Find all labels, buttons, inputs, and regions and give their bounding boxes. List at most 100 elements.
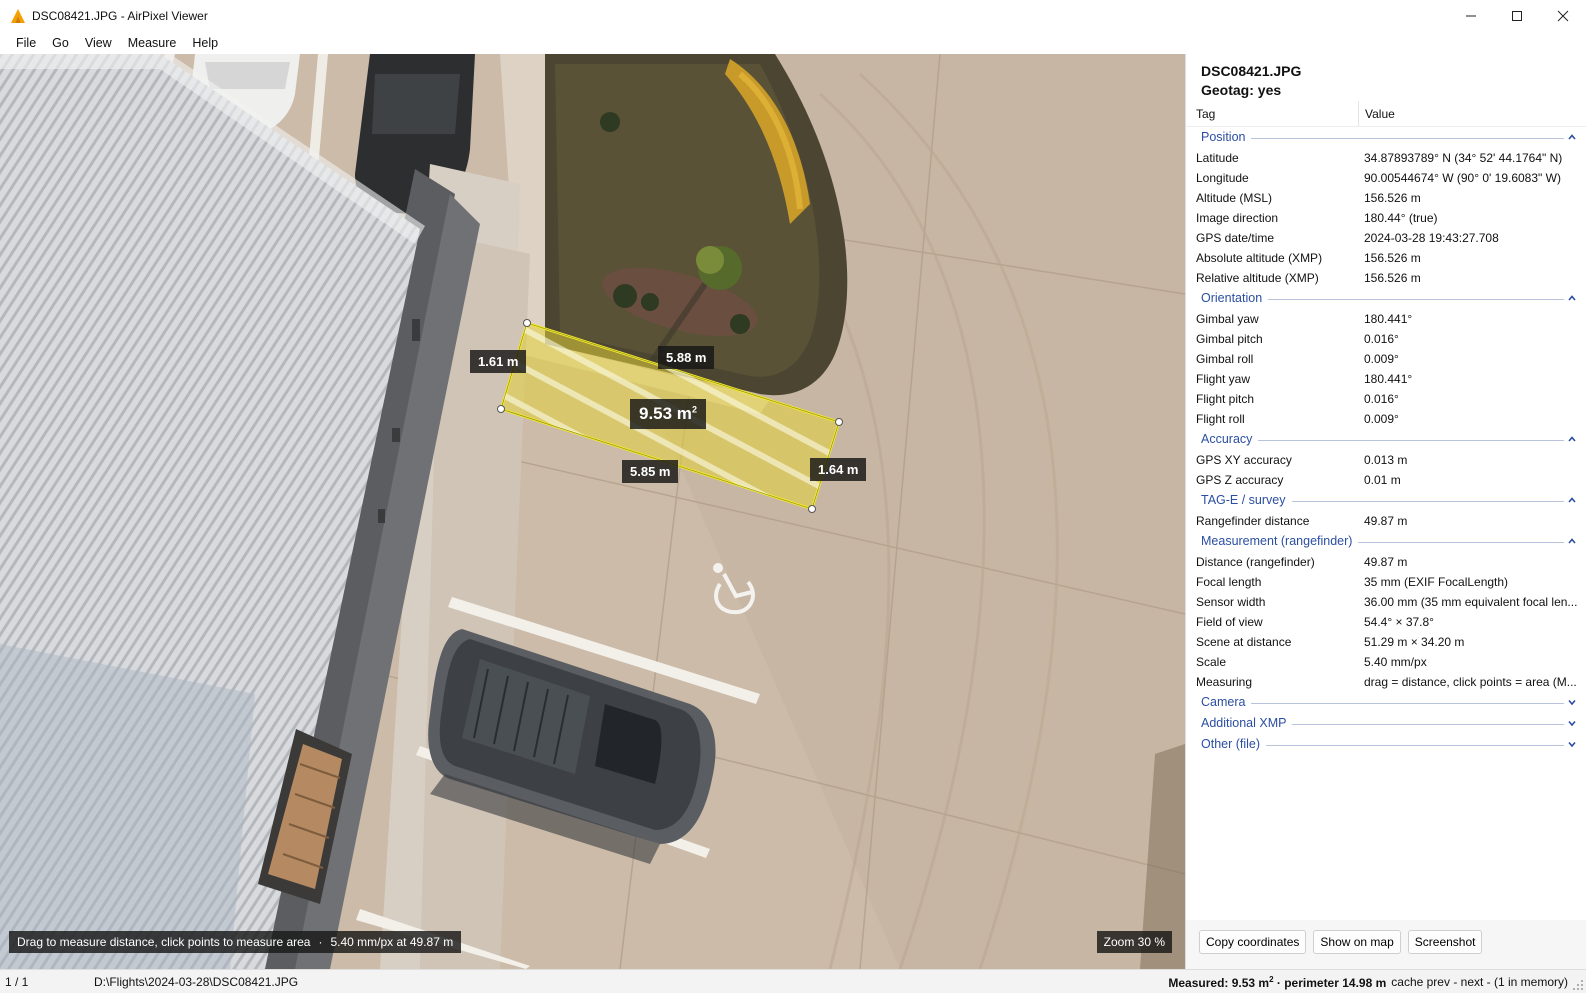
- chevron-up-icon[interactable]: [1566, 292, 1578, 304]
- area-unit-superscript: 2: [691, 404, 697, 415]
- tag-row[interactable]: Gimbal roll 0.009°: [1186, 349, 1586, 369]
- column-header-value[interactable]: Value: [1359, 101, 1395, 126]
- tag-row[interactable]: GPS Z accuracy 0.01 m: [1186, 470, 1586, 490]
- chevron-down-icon[interactable]: [1566, 696, 1578, 708]
- chevron-down-icon[interactable]: [1566, 738, 1578, 750]
- image-viewer[interactable]: 1.61 m 5.88 m 5.85 m 1.64 m 9.53 m2 Drag…: [0, 54, 1185, 969]
- app-window: DSC08421.JPG - AirPixel Viewer File Go V…: [0, 0, 1586, 993]
- group-label: Accuracy: [1201, 432, 1259, 446]
- maximize-button[interactable]: [1494, 0, 1540, 32]
- window-title: DSC08421.JPG - AirPixel Viewer: [32, 9, 208, 23]
- tag-name: Distance (rangefinder): [1196, 555, 1315, 569]
- tag-row[interactable]: Latitude 34.87893789° N (34° 52' 44.1764"…: [1186, 148, 1586, 168]
- tag-value: 51.29 m × 34.20 m: [1364, 635, 1465, 649]
- tag-row[interactable]: Gimbal pitch 0.016°: [1186, 329, 1586, 349]
- zoom-indicator: Zoom 30 %: [1096, 931, 1172, 953]
- panel-geotag-status: Geotag: yes: [1201, 82, 1282, 98]
- tag-name: Relative altitude (XMP): [1196, 271, 1319, 285]
- aerial-photo: [0, 54, 1185, 969]
- tag-name: Image direction: [1196, 211, 1279, 225]
- maximize-icon: [1512, 11, 1522, 21]
- panel-file-name: DSC08421.JPG: [1201, 63, 1302, 79]
- chevron-up-icon[interactable]: [1566, 494, 1578, 506]
- tag-name: Gimbal pitch: [1196, 332, 1263, 346]
- tag-value: 5.40 mm/px: [1364, 655, 1427, 669]
- status-bar: 1 / 1 D:\Flights\2024-03-28\DSC08421.JPG…: [0, 969, 1586, 993]
- tag-row[interactable]: GPS date/time 2024-03-28 19:43:27.708: [1186, 228, 1586, 248]
- app-logo-icon: [11, 9, 25, 23]
- cache-status: cache prev - next - (1 in memory): [1391, 975, 1568, 989]
- tag-row[interactable]: Gimbal yaw 180.441°: [1186, 309, 1586, 329]
- tag-name: Altitude (MSL): [1196, 191, 1273, 205]
- tag-row[interactable]: Flight roll 0.009°: [1186, 409, 1586, 429]
- tag-row[interactable]: Field of view 54.4° × 37.8°: [1186, 612, 1586, 632]
- minimize-icon: [1466, 15, 1476, 17]
- tag-value: 35 mm (EXIF FocalLength): [1364, 575, 1509, 589]
- tag-name: GPS XY accuracy: [1196, 453, 1292, 467]
- group-position[interactable]: Position: [1186, 127, 1586, 148]
- tag-row[interactable]: Rangefinder distance 49.87 m: [1186, 511, 1586, 531]
- tag-row[interactable]: Flight pitch 0.016°: [1186, 389, 1586, 409]
- menu-help[interactable]: Help: [184, 36, 226, 50]
- tag-row[interactable]: Image direction 180.44° (true): [1186, 208, 1586, 228]
- tag-row[interactable]: Scene at distance 51.29 m × 34.20 m: [1186, 632, 1586, 652]
- resize-grip-icon[interactable]: [1572, 979, 1584, 991]
- close-button[interactable]: [1540, 0, 1586, 32]
- tag-name: Gimbal yaw: [1196, 312, 1259, 326]
- tag-value: 49.87 m: [1364, 555, 1408, 569]
- tag-row[interactable]: Measuring drag = distance, click points =…: [1186, 672, 1586, 692]
- edge-length-label: 5.88 m: [658, 346, 715, 369]
- tag-name: Scene at distance: [1196, 635, 1292, 649]
- minimize-button[interactable]: [1448, 0, 1494, 32]
- tag-value: 180.441°: [1364, 312, 1413, 326]
- tag-row[interactable]: Relative altitude (XMP) 156.526 m: [1186, 268, 1586, 288]
- chevron-down-icon[interactable]: [1566, 717, 1578, 729]
- chevron-up-icon[interactable]: [1566, 131, 1578, 143]
- tag-value: 0.01 m: [1364, 473, 1401, 487]
- group-orientation[interactable]: Orientation: [1186, 288, 1586, 309]
- tag-value: 0.016°: [1364, 332, 1399, 346]
- copy-coordinates-button[interactable]: Copy coordinates: [1199, 930, 1307, 954]
- menu-bar: File Go View Measure Help: [0, 32, 1586, 54]
- group-additional-xmp[interactable]: Additional XMP: [1186, 713, 1586, 734]
- tag-row[interactable]: Longitude 90.00544674° W (90° 0' 19.6083"…: [1186, 168, 1586, 188]
- hint-scale: 5.40 mm/px at 49.87 m: [330, 935, 454, 949]
- chevron-up-icon[interactable]: [1566, 535, 1578, 547]
- tag-row[interactable]: Scale 5.40 mm/px: [1186, 652, 1586, 672]
- screenshot-button[interactable]: Screenshot: [1407, 930, 1483, 954]
- tag-value: 156.526 m: [1364, 271, 1421, 285]
- group-measurement-rangefinder[interactable]: Measurement (rangefinder): [1186, 531, 1586, 552]
- group-camera[interactable]: Camera: [1186, 692, 1586, 713]
- tag-name: Focal length: [1196, 575, 1262, 589]
- tag-name: Flight pitch: [1196, 392, 1255, 406]
- menu-view[interactable]: View: [77, 36, 120, 50]
- tag-row[interactable]: Distance (rangefinder) 49.87 m: [1186, 552, 1586, 572]
- show-on-map-button[interactable]: Show on map: [1313, 930, 1401, 954]
- menu-go[interactable]: Go: [44, 36, 77, 50]
- menu-file[interactable]: File: [8, 36, 44, 50]
- tag-name: Rangefinder distance: [1196, 514, 1310, 528]
- group-accuracy[interactable]: Accuracy: [1186, 429, 1586, 450]
- status-right: Measured: 9.53 m2 · perimeter 14.98 m ca…: [1168, 975, 1568, 990]
- tag-name: GPS date/time: [1196, 231, 1275, 245]
- panel-button-bar: Copy coordinates Show on map Screenshot: [1186, 920, 1586, 969]
- tag-name: Measuring: [1196, 675, 1253, 689]
- tag-row[interactable]: Absolute altitude (XMP) 156.526 m: [1186, 248, 1586, 268]
- tag-name: GPS Z accuracy: [1196, 473, 1284, 487]
- group-label: Additional XMP: [1201, 716, 1293, 730]
- chevron-up-icon[interactable]: [1566, 433, 1578, 445]
- tag-list: Position Latitude 34.87893789° N (34° 52'…: [1186, 127, 1586, 755]
- tag-value: 0.013 m: [1364, 453, 1408, 467]
- tag-row[interactable]: Focal length 35 mm (EXIF FocalLength): [1186, 572, 1586, 592]
- tag-value: 34.87893789° N (34° 52' 44.1764" N): [1364, 151, 1563, 165]
- tag-row[interactable]: GPS XY accuracy 0.013 m: [1186, 450, 1586, 470]
- area-value: 9.53 m: [639, 404, 692, 423]
- group-other-file[interactable]: Other (file): [1186, 734, 1586, 755]
- menu-measure[interactable]: Measure: [120, 36, 185, 50]
- tag-row[interactable]: Flight yaw 180.441°: [1186, 369, 1586, 389]
- tag-row[interactable]: Sensor width 36.00 mm (35 mm equivalent f…: [1186, 592, 1586, 612]
- column-header-tag[interactable]: Tag: [1186, 101, 1359, 126]
- group-tag-e-survey[interactable]: TAG-E / survey: [1186, 490, 1586, 511]
- tag-row[interactable]: Altitude (MSL) 156.526 m: [1186, 188, 1586, 208]
- tag-value: drag = distance, click points = area (M.…: [1364, 675, 1577, 689]
